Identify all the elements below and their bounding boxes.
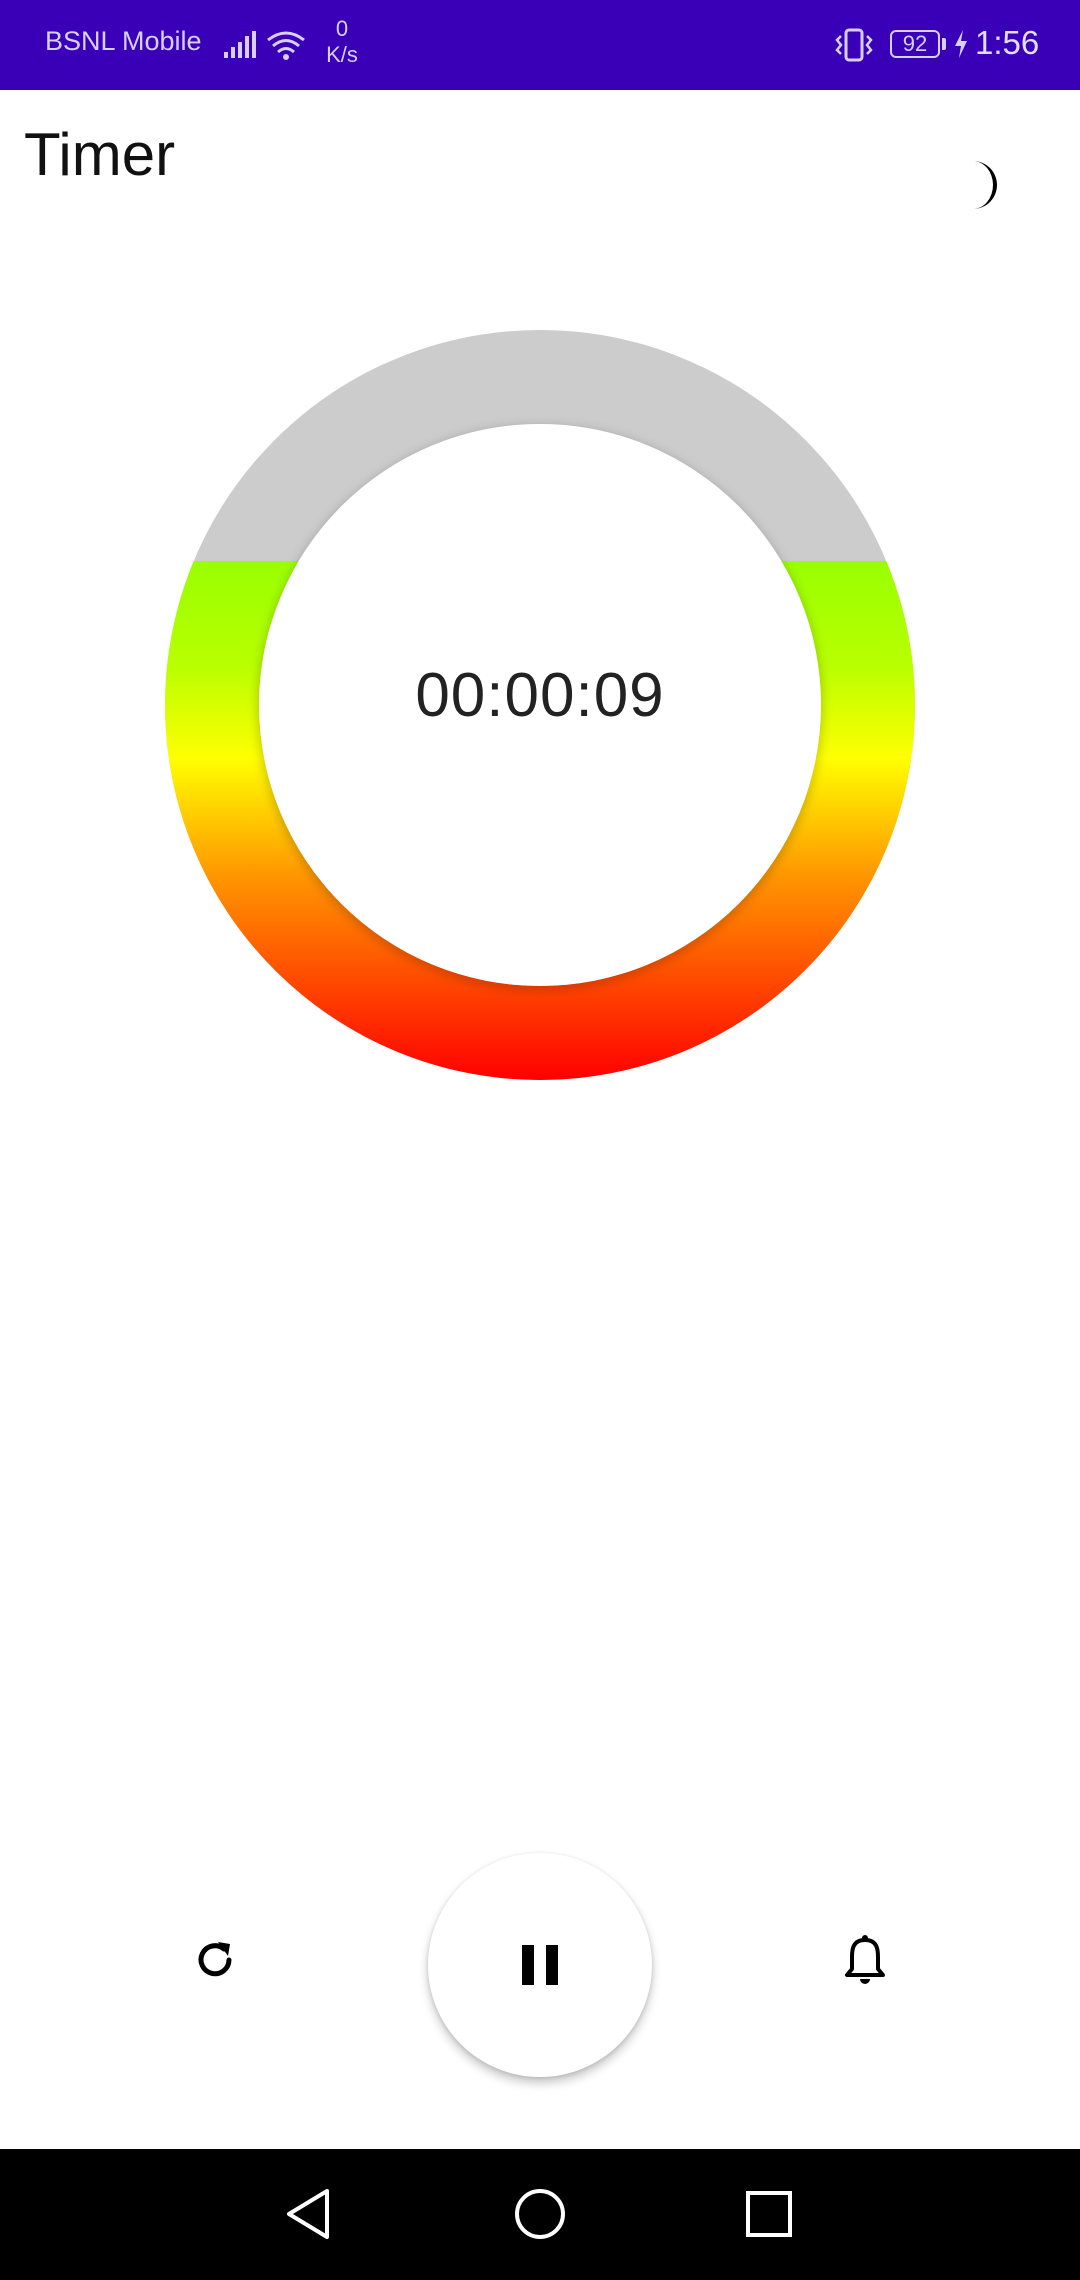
alarm-button[interactable] <box>830 1925 900 1995</box>
system-nav-bar <box>0 2149 1080 2280</box>
charging-icon <box>955 30 967 58</box>
wifi-icon <box>267 31 305 60</box>
recents-icon <box>746 2191 792 2237</box>
page-title: Timer <box>24 121 176 188</box>
battery-icon: 92 <box>890 30 940 58</box>
reset-button[interactable] <box>180 1925 250 1995</box>
network-speed: 0 K/s <box>320 16 364 68</box>
recents-button[interactable] <box>734 2179 804 2249</box>
moon-icon <box>973 161 997 209</box>
back-icon <box>287 2189 329 2239</box>
timer-display: 00:00:09 <box>415 661 665 730</box>
status-time: 1:56 <box>975 24 1040 61</box>
network-speed-unit: K/s <box>326 42 358 67</box>
carrier-name: BSNL Mobile <box>45 26 202 56</box>
refresh-icon <box>198 1942 232 1977</box>
network-speed-value: 0 <box>335 16 349 41</box>
pause-button[interactable] <box>428 1853 652 2077</box>
back-button[interactable] <box>273 2179 343 2249</box>
status-bar: BSNL Mobile 0 K/s 92 1:56 <box>0 0 1080 90</box>
vibrate-icon <box>835 28 873 62</box>
battery-tip <box>942 38 946 50</box>
pause-icon <box>522 1945 558 1985</box>
battery-level: 92 <box>902 31 928 56</box>
home-button[interactable] <box>505 2179 575 2249</box>
home-icon <box>515 2189 565 2239</box>
theme-toggle-button[interactable] <box>950 150 1020 220</box>
bell-icon <box>845 1935 885 1984</box>
signal-icon <box>224 31 256 58</box>
